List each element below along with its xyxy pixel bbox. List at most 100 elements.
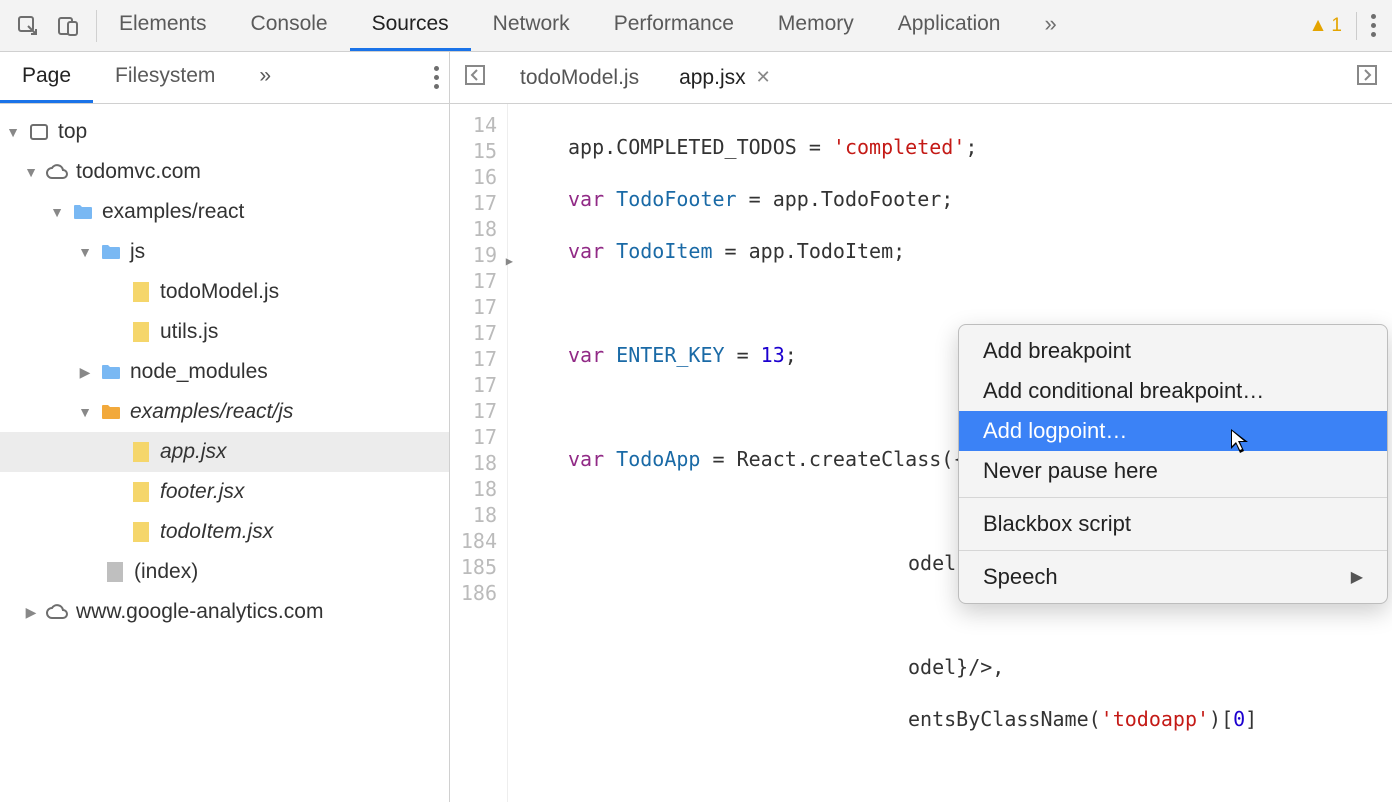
navigator-tab-page[interactable]: Page: [0, 52, 93, 103]
ctx-blackbox[interactable]: Blackbox script: [959, 504, 1387, 544]
line-number[interactable]: 18: [450, 216, 497, 242]
tree-node-domain[interactable]: ▼ todomvc.com: [0, 152, 449, 192]
tab-memory[interactable]: Memory: [756, 0, 876, 51]
line-number[interactable]: 184: [450, 528, 497, 554]
navigator-pane: Page Filesystem » ▼ top ▼ todomvc.com ▼ …: [0, 52, 450, 802]
ctx-add-logpoint[interactable]: Add logpoint…: [959, 411, 1387, 451]
line-number[interactable]: 15: [450, 138, 497, 164]
tree-file-utils[interactable]: utils.js: [0, 312, 449, 352]
chevron-down-icon: ▼: [50, 204, 64, 220]
line-number[interactable]: 17: [450, 372, 497, 398]
divider: [959, 550, 1387, 551]
tree-file-app[interactable]: app.jsx: [0, 432, 449, 472]
navigator-menu-icon[interactable]: [434, 66, 439, 89]
ctx-label: Add logpoint…: [983, 418, 1127, 444]
line-number[interactable]: 17: [450, 190, 497, 216]
code-text: ;: [965, 135, 977, 159]
ctx-label: Add conditional breakpoint…: [983, 378, 1264, 404]
code-text: app.COMPLETED_TODOS =: [568, 135, 833, 159]
line-number[interactable]: 17: [450, 268, 497, 294]
line-number[interactable]: 18: [450, 502, 497, 528]
js-file-icon: [130, 521, 152, 543]
tree-file-todoItem[interactable]: todoItem.jsx: [0, 512, 449, 552]
cloud-icon: [46, 601, 68, 623]
tree-node-folder[interactable]: ▼ examples/react: [0, 192, 449, 232]
ctx-speech[interactable]: Speech▶: [959, 557, 1387, 597]
warning-icon: ▲: [1309, 15, 1328, 37]
line-number[interactable]: 17: [450, 398, 497, 424]
ctx-add-conditional[interactable]: Add conditional breakpoint…: [959, 371, 1387, 411]
chevron-down-icon: ▼: [78, 244, 92, 260]
code-text: entsByClassName(: [908, 707, 1101, 731]
code-text: 'completed': [833, 135, 965, 159]
line-number[interactable]: 17: [450, 424, 497, 450]
tree-label: todoItem.jsx: [160, 520, 273, 544]
device-toggle-icon[interactable]: [54, 12, 82, 40]
fold-icon[interactable]: ▶: [506, 248, 513, 274]
tree-label: footer.jsx: [160, 480, 244, 504]
line-number[interactable]: 18: [450, 450, 497, 476]
tab-elements[interactable]: Elements: [97, 0, 229, 51]
tree-label: utils.js: [160, 320, 218, 344]
file-tab-label: app.jsx: [679, 66, 746, 90]
line-number[interactable]: 17: [450, 346, 497, 372]
line-number[interactable]: 17: [450, 294, 497, 320]
code-text: 'todoapp': [1101, 707, 1209, 731]
chevron-down-icon: ▼: [6, 124, 20, 140]
tab-network[interactable]: Network: [471, 0, 592, 51]
line-number[interactable]: 16: [450, 164, 497, 190]
line-number[interactable]: 185: [450, 554, 497, 580]
nav-back-icon[interactable]: [450, 64, 500, 92]
file-tab-app[interactable]: app.jsx ✕: [659, 52, 791, 103]
line-number[interactable]: 14: [450, 112, 497, 138]
tree-label: www.google-analytics.com: [76, 600, 323, 624]
line-number[interactable]: 186: [450, 580, 497, 606]
file-tab-todoModel[interactable]: todoModel.js: [500, 52, 659, 103]
chevron-down-icon: ▼: [78, 404, 92, 420]
ctx-add-breakpoint[interactable]: Add breakpoint: [959, 331, 1387, 371]
tree-node-folder-js[interactable]: ▼ js: [0, 232, 449, 272]
tree-node-top[interactable]: ▼ top: [0, 112, 449, 152]
js-file-icon: [130, 441, 152, 463]
tab-application[interactable]: Application: [876, 0, 1023, 51]
navigator-overflow-icon[interactable]: »: [237, 52, 293, 103]
tree-file-index[interactable]: (index): [0, 552, 449, 592]
tree-node-folder-src[interactable]: ▼ examples/react/js: [0, 392, 449, 432]
tree-label: js: [130, 240, 145, 264]
tab-sources[interactable]: Sources: [350, 0, 471, 51]
tab-performance[interactable]: Performance: [592, 0, 756, 51]
ctx-never-pause[interactable]: Never pause here: [959, 451, 1387, 491]
tree-file-footer[interactable]: footer.jsx: [0, 472, 449, 512]
js-file-icon: [130, 281, 152, 303]
folder-icon: [72, 201, 94, 223]
tree-label: app.jsx: [160, 440, 227, 464]
main-split: Page Filesystem » ▼ top ▼ todomvc.com ▼ …: [0, 52, 1392, 802]
chevron-down-icon: ▼: [24, 164, 38, 180]
tab-overflow-icon[interactable]: »: [1022, 0, 1078, 51]
line-gutter[interactable]: 13141516171819▶1717171717171718181818418…: [450, 104, 508, 802]
toggle-sidebar-icon[interactable]: [1342, 64, 1392, 92]
gutter-context-menu: Add breakpoint Add conditional breakpoin…: [958, 324, 1388, 604]
tree-file-todoModel[interactable]: todoModel.js: [0, 272, 449, 312]
code-text: )[: [1209, 707, 1233, 731]
settings-menu-icon[interactable]: [1371, 14, 1376, 37]
submenu-arrow-icon: ▶: [1351, 567, 1363, 587]
toolbar-right: ▲ 1: [1293, 12, 1392, 40]
line-number[interactable]: 18: [450, 476, 497, 502]
tree-node-node_modules[interactable]: ▶ node_modules: [0, 352, 449, 392]
tree-label: (index): [134, 560, 198, 584]
tab-console[interactable]: Console: [229, 0, 350, 51]
line-number[interactable]: 17: [450, 320, 497, 346]
tree-label: todoModel.js: [160, 280, 279, 304]
tree-label: examples/react/js: [130, 400, 293, 424]
file-tree: ▼ top ▼ todomvc.com ▼ examples/react ▼ j…: [0, 104, 449, 640]
tree-node-ga[interactable]: ▶ www.google-analytics.com: [0, 592, 449, 632]
line-number[interactable]: 19▶: [450, 242, 497, 268]
warning-badge[interactable]: ▲ 1: [1309, 15, 1342, 37]
code-text: 13: [761, 343, 785, 367]
close-icon[interactable]: ✕: [756, 67, 771, 88]
inspect-icon[interactable]: [14, 12, 42, 40]
navigator-tab-filesystem[interactable]: Filesystem: [93, 52, 237, 103]
divider: [959, 497, 1387, 498]
devtools-top-bar: Elements Console Sources Network Perform…: [0, 0, 1392, 52]
